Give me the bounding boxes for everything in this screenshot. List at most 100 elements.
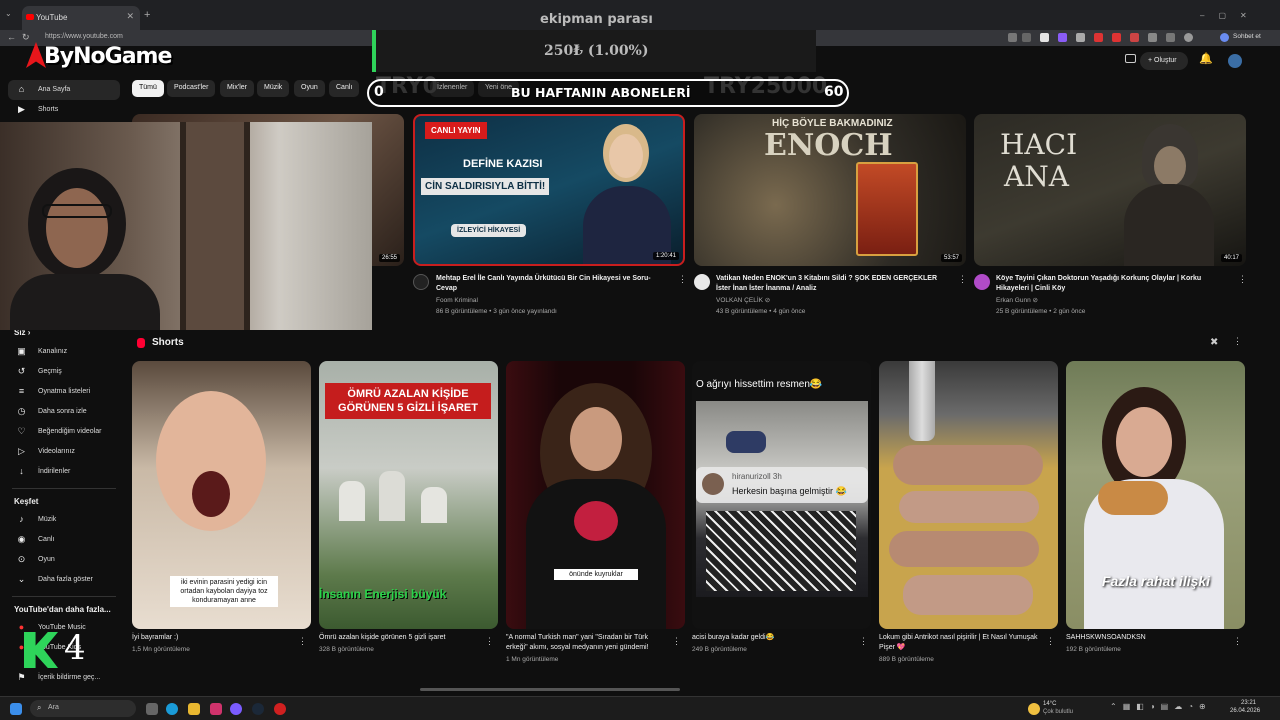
channel-avatar[interactable]	[694, 274, 710, 290]
sidebar-item-report[interactable]: ⚑ İçerik bildirme geç...	[8, 668, 120, 688]
short-thumbnail[interactable]: önünde kuyruklar	[506, 361, 685, 629]
more-options-icon[interactable]: ⋮	[958, 274, 967, 285]
short-thumbnail[interactable]: Fazla rahat ilişki	[1066, 361, 1245, 629]
more-options-icon[interactable]: ⋮	[1233, 336, 1242, 347]
chip-podcasts[interactable]: Podcast'ler	[167, 80, 216, 97]
short-thumbnail[interactable]: ÖMRÜ AZALAN KİŞİDE GÖRÜNEN 5 GİZLİ İŞARE…	[319, 361, 498, 629]
short-title[interactable]: Ömrü azalan kişide görünen 5 gizli işare…	[319, 633, 479, 643]
video-thumbnail[interactable]: HACI ANA 40:17	[974, 114, 1246, 266]
tab-list-icon[interactable]: ⌄	[5, 9, 12, 18]
start-icon[interactable]	[10, 703, 22, 715]
chip-music[interactable]: Müzik	[257, 80, 290, 97]
sidebar-item-playlists[interactable]: ≡ Oynatma listeleri	[8, 382, 120, 402]
minimize-icon[interactable]: –	[1200, 11, 1218, 20]
video-thumbnail[interactable]: HİÇ BÖYLE BAKMADINIZ ENOCH 53:57	[694, 114, 966, 266]
more-options-icon[interactable]: ⋮	[1046, 636, 1055, 647]
chip-all[interactable]: Tümü	[132, 80, 164, 97]
short-thumbnail[interactable]: O ağrıyı hissettim resmen😂 hiranurizoll …	[692, 361, 871, 629]
sidebar-item-gaming[interactable]: ⊙ Oyun	[8, 550, 120, 570]
more-options-icon[interactable]: ⋮	[1238, 274, 1247, 285]
short-title[interactable]: acisi buraya kadar geldi😂	[692, 633, 852, 643]
video-title[interactable]: Mehtap Erel İle Canlı Yayında Ürkütücü B…	[436, 274, 668, 294]
extension-icon[interactable]	[1008, 33, 1017, 42]
horizontal-scrollbar[interactable]	[420, 688, 680, 691]
close-window-icon[interactable]: ✕	[1240, 11, 1261, 20]
sidebar-item-watch-later[interactable]: ◷ Daha sonra izle	[8, 402, 120, 422]
star-icon[interactable]	[1022, 33, 1031, 42]
edge-icon[interactable]	[166, 703, 178, 715]
game-icon: ⊙	[17, 554, 26, 564]
extension-icon[interactable]	[1166, 33, 1175, 42]
short-caption: O ağrıyı hissettim resmen😂	[696, 379, 823, 390]
new-tab-icon[interactable]: +	[144, 9, 150, 21]
not-interested-icon[interactable]: ✖	[1210, 337, 1218, 348]
clock-date[interactable]: 26.04.2026	[1230, 708, 1260, 714]
sidebar-item-home[interactable]: ⌂ Ana Sayfa	[8, 80, 120, 100]
divider	[12, 596, 116, 597]
ai-icon[interactable]	[1220, 33, 1229, 42]
chip-gaming[interactable]: Oyun	[294, 80, 325, 97]
more-options-icon[interactable]: ⋮	[859, 636, 868, 647]
extension-icon[interactable]	[1094, 33, 1103, 42]
sidebar-item-channel[interactable]: ▣ Kanalınız	[8, 342, 120, 362]
short-title[interactable]: İyi bayramlar :)	[132, 633, 292, 643]
sidebar-item-liked[interactable]: ♡ Beğendiğim videolar	[8, 422, 120, 442]
refresh-icon[interactable]: ↻	[22, 32, 30, 43]
extension-icon[interactable]	[1112, 33, 1121, 42]
short-title[interactable]: Lokum gibi Antrikot nasıl pişirilir | Et…	[879, 633, 1039, 653]
extension-icon[interactable]	[1040, 33, 1049, 42]
steak-figure	[889, 531, 1039, 567]
taskbar-search[interactable]: ⌕ Ara	[30, 700, 136, 717]
video-channel[interactable]: Erkan Gunn ⊘	[996, 295, 1038, 306]
sidebar-item-show-more[interactable]: ⌄ Daha fazla göster	[8, 570, 120, 590]
more-options-icon[interactable]: ⋮	[678, 274, 687, 285]
extension-icon[interactable]	[1148, 33, 1157, 42]
more-options-icon[interactable]: ⋮	[1233, 636, 1242, 647]
create-button[interactable]: + Oluştur	[1140, 52, 1188, 70]
tab-youtube[interactable]: YouTube ✕	[22, 6, 140, 30]
short-title[interactable]: SAHHSKWNSOANDKSN	[1066, 633, 1226, 643]
more-options-icon[interactable]: ⋮	[485, 636, 494, 647]
close-tab-icon[interactable]: ✕	[126, 11, 134, 22]
sidebar-item-your-videos[interactable]: ▷ Videolarınız	[8, 442, 120, 462]
tray-icons[interactable]: ⌃▦◧◑▤☁◔⊕	[1110, 702, 1212, 711]
channel-avatar[interactable]	[413, 274, 429, 290]
maximize-icon[interactable]: ▢	[1218, 11, 1240, 20]
chip-mixes[interactable]: Mix'ler	[220, 80, 255, 97]
sidebar-item-music[interactable]: ♪ Müzik	[8, 510, 120, 530]
steam-icon[interactable]	[252, 703, 264, 715]
video-channel[interactable]: Foom Kriminal	[436, 295, 478, 306]
sidebar-item-history[interactable]: ↺ Geçmiş	[8, 362, 120, 382]
short-title[interactable]: "A normal Turkish man" yani "Sıradan bir…	[506, 633, 666, 653]
video-channel[interactable]: VOLKAN ÇELİK ⊘	[716, 295, 770, 306]
notifications-icon[interactable]: 🔔	[1199, 52, 1213, 65]
chip-live[interactable]: Canlı	[329, 80, 360, 97]
sidebar-item-live[interactable]: ◉ Canlı	[8, 530, 120, 550]
divider	[12, 488, 116, 489]
video-title[interactable]: Vatikan Neden ENOK'un 3 Kitabını Sildi ?…	[716, 274, 948, 294]
sidebar-item-shorts[interactable]: ▶ Shorts	[8, 100, 120, 120]
explorer-icon[interactable]	[188, 703, 200, 715]
taskview-icon[interactable]	[146, 703, 158, 715]
app-icon[interactable]	[230, 703, 242, 715]
short-thumbnail[interactable]	[879, 361, 1058, 629]
video-title[interactable]: Köye Tayini Çıkan Doktorun Yaşadığı Kork…	[996, 274, 1228, 294]
back-icon[interactable]: ←	[7, 32, 16, 42]
channel-avatar[interactable]	[974, 274, 990, 290]
sidebar-item-downloads[interactable]: ↓ İndirilenler	[8, 462, 120, 482]
opera-icon[interactable]	[274, 703, 286, 715]
extension-icon[interactable]	[1130, 33, 1139, 42]
video-thumbnail[interactable]: CANLI YAYIN DEFİNE KAZISI CİN SALDIRISIY…	[413, 114, 685, 266]
profile-avatar[interactable]	[1184, 33, 1193, 42]
app-icon[interactable]	[210, 703, 222, 715]
clock-time[interactable]: 23:21	[1241, 700, 1256, 706]
more-options-icon[interactable]: ⋮	[298, 636, 307, 647]
short-thumbnail[interactable]: iki evinin parasini yedigi icin ortadan …	[132, 361, 311, 629]
extension-icon[interactable]	[1076, 33, 1085, 42]
webcam-overlay	[0, 122, 372, 330]
extension-icon[interactable]	[1058, 33, 1067, 42]
more-options-icon[interactable]: ⋮	[672, 636, 681, 647]
account-avatar[interactable]	[1228, 54, 1242, 68]
sohbet-button[interactable]: Sohbet et	[1233, 33, 1261, 40]
cast-icon[interactable]	[1125, 54, 1136, 63]
